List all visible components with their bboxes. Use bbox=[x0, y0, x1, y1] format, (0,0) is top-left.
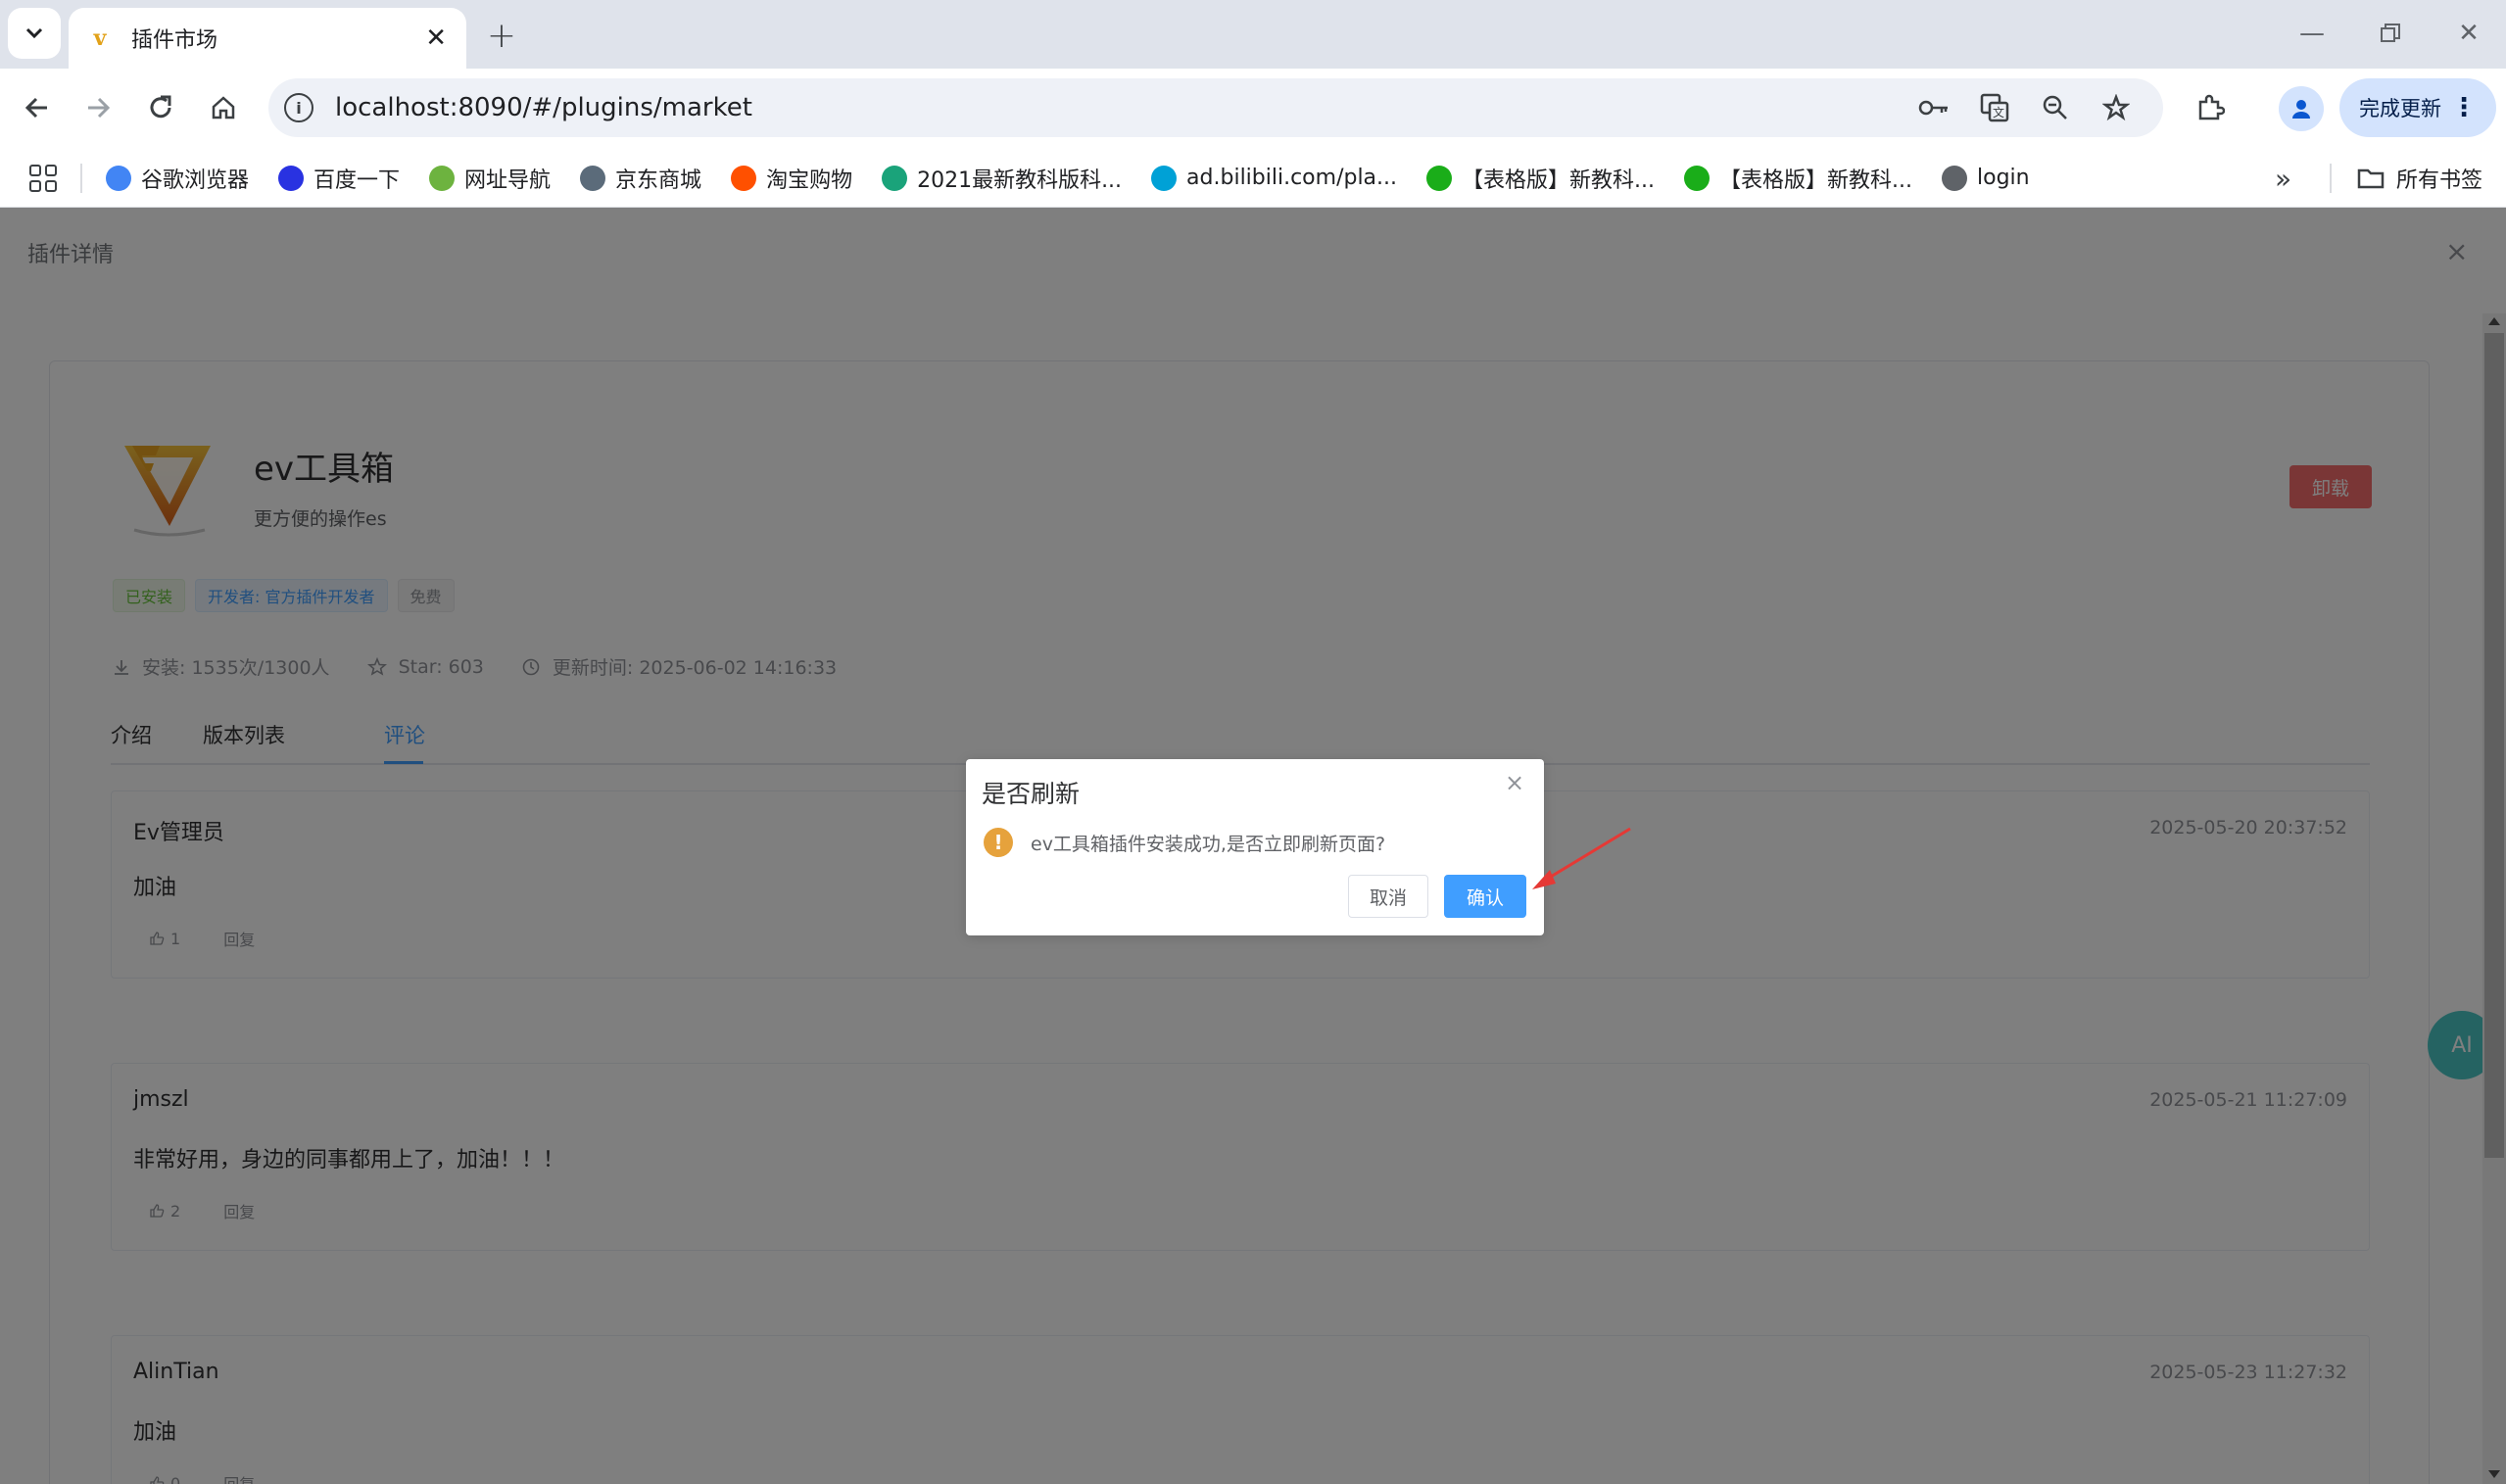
dialog-close-icon[interactable]: × bbox=[1505, 769, 1524, 796]
forward-arrow-icon[interactable] bbox=[74, 84, 121, 131]
chevron-down-icon bbox=[25, 27, 43, 39]
bookmarks-bar: 谷歌浏览器 百度一下 网址导航 京东商城 淘宝购物 2021最新教科版科... ad.bil… bbox=[0, 149, 2506, 208]
bookmark-label: 【表格版】新教科... bbox=[1719, 168, 1912, 193]
url-text[interactable]: localhost:8090/#/plugins/market bbox=[335, 93, 1916, 122]
bookmark-item[interactable]: login bbox=[1942, 165, 2030, 191]
folder-icon bbox=[2357, 168, 2385, 189]
bookmark-label: ad.bilibili.com/pla... bbox=[1186, 166, 1398, 190]
bookmark-label: 2021最新教科版科... bbox=[917, 168, 1123, 193]
bookmark-item[interactable]: 谷歌浏览器 bbox=[106, 163, 249, 194]
minimize-window-icon[interactable]: — bbox=[2283, 12, 2341, 55]
bookmark-item[interactable]: 京东商城 bbox=[580, 163, 701, 194]
bookmark-item[interactable]: 淘宝购物 bbox=[731, 163, 852, 194]
dialog-title: 是否刷新 bbox=[982, 780, 1081, 808]
new-tab-button[interactable]: + bbox=[480, 14, 523, 57]
bookmark-item[interactable]: 百度一下 bbox=[278, 163, 400, 194]
tab-search-button[interactable] bbox=[8, 8, 61, 59]
bookmark-favicon-icon bbox=[580, 165, 606, 191]
more-menu-icon: ⋮ bbox=[2451, 93, 2477, 122]
tab-title: 插件市场 bbox=[131, 28, 218, 53]
bookmark-list: 谷歌浏览器 百度一下 网址导航 京东商城 淘宝购物 2021最新教科版科... ad.bil… bbox=[106, 163, 2059, 194]
dialog-message: ev工具箱插件安装成功,是否立即刷新页面? bbox=[1031, 834, 1386, 855]
bookmark-favicon-icon bbox=[731, 165, 757, 191]
home-icon[interactable] bbox=[200, 84, 247, 131]
refresh-confirm-dialog: 是否刷新 × ! ev工具箱插件安装成功,是否立即刷新页面? 取消 确认 bbox=[966, 759, 1544, 935]
update-button-label: 完成更新 bbox=[2359, 97, 2441, 120]
zoom-icon[interactable] bbox=[2038, 90, 2073, 125]
bookmark-favicon-icon bbox=[1426, 165, 1453, 191]
all-bookmarks-folder[interactable]: 所有书签 bbox=[2357, 149, 2482, 208]
bookmark-label: 百度一下 bbox=[313, 168, 401, 193]
bookmark-item[interactable]: 2021最新教科版科... bbox=[882, 163, 1122, 194]
back-arrow-icon[interactable] bbox=[14, 84, 61, 131]
warning-icon: ! bbox=[984, 828, 1013, 857]
bookmark-item[interactable]: 网址导航 bbox=[429, 163, 551, 194]
bookmarks-divider bbox=[80, 163, 82, 193]
extensions-puzzle-icon[interactable] bbox=[2187, 84, 2234, 131]
bookmark-favicon-icon bbox=[882, 165, 908, 191]
bookmark-favicon-icon bbox=[429, 165, 456, 191]
bookmark-label: 京东商城 bbox=[615, 168, 702, 193]
site-info-icon[interactable]: i bbox=[284, 93, 313, 122]
apps-grid-icon[interactable] bbox=[29, 164, 57, 192]
bookmarks-divider bbox=[2330, 164, 2332, 193]
reload-icon[interactable] bbox=[137, 84, 184, 131]
bookmark-favicon-icon bbox=[1151, 165, 1178, 191]
svg-text:文: 文 bbox=[1993, 105, 2004, 120]
all-bookmarks-label: 所有书签 bbox=[2396, 168, 2483, 193]
browser-toolbar: i localhost:8090/#/plugins/market 文 完成更新… bbox=[0, 69, 2506, 149]
tab-close-icon[interactable]: ✕ bbox=[425, 24, 447, 53]
address-bar[interactable]: i localhost:8090/#/plugins/market 文 bbox=[268, 78, 2163, 137]
bookmark-label: 淘宝购物 bbox=[766, 168, 853, 193]
restore-window-icon[interactable] bbox=[2361, 12, 2420, 55]
bookmark-label: 谷歌浏览器 bbox=[141, 168, 250, 193]
bookmark-item[interactable]: 【表格版】新教科... bbox=[1684, 163, 1912, 194]
bookmark-favicon-icon bbox=[1684, 165, 1711, 191]
red-annotation-arrow-icon bbox=[1532, 827, 1631, 889]
browser-tab-active[interactable]: v 插件市场 ✕ bbox=[69, 8, 466, 69]
close-window-icon[interactable]: ✕ bbox=[2439, 12, 2498, 55]
confirm-button[interactable]: 确认 bbox=[1444, 875, 1526, 918]
browser-tab-strip: v 插件市场 ✕ + — ✕ bbox=[0, 0, 2506, 69]
bookmark-favicon-icon bbox=[1942, 165, 1967, 191]
bookmark-favicon-icon bbox=[278, 165, 305, 191]
bookmark-star-icon[interactable] bbox=[2098, 90, 2134, 125]
bookmark-favicon-icon bbox=[106, 165, 131, 191]
key-icon[interactable] bbox=[1916, 90, 1952, 125]
bookmark-label: 网址导航 bbox=[464, 168, 552, 193]
bookmarks-overflow-icon[interactable]: » bbox=[2275, 163, 2291, 195]
cancel-button[interactable]: 取消 bbox=[1348, 875, 1428, 918]
bookmark-item[interactable]: 【表格版】新教科... bbox=[1426, 163, 1655, 194]
plugin-favicon-icon: v bbox=[93, 25, 107, 51]
bookmark-item[interactable]: ad.bilibili.com/pla... bbox=[1151, 165, 1398, 191]
bookmark-label: 【表格版】新教科... bbox=[1462, 168, 1656, 193]
complete-update-button[interactable]: 完成更新 ⋮ bbox=[2339, 78, 2496, 137]
translate-icon[interactable]: 文 bbox=[1977, 90, 2012, 125]
profile-avatar-icon[interactable] bbox=[2279, 86, 2324, 131]
bookmark-label: login bbox=[1977, 166, 2030, 190]
